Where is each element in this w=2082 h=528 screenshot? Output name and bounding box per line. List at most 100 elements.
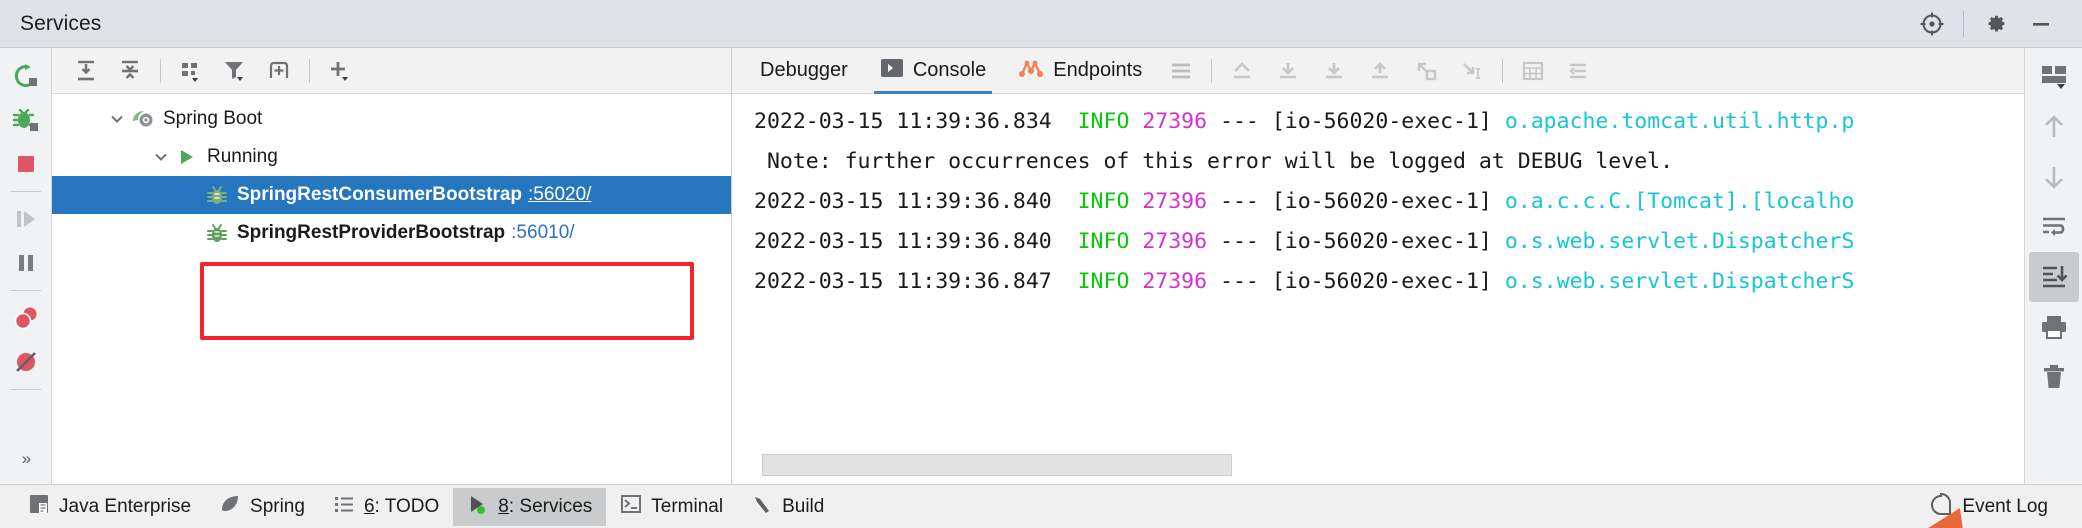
log-plain: Note: further occurrences of this error … [754, 149, 1674, 174]
orange-cursor-artifact [1902, 508, 1964, 528]
view-breakpoints-icon[interactable] [4, 296, 48, 340]
add-service-icon[interactable] [318, 51, 362, 91]
log-logger: o.apache.tomcat.util.http.p [1504, 109, 1855, 134]
log-pid: 27396 [1142, 269, 1208, 294]
mute-breakpoints-icon[interactable] [4, 340, 48, 384]
settings-lines-icon[interactable] [1556, 51, 1602, 91]
tree-node-spring-boot[interactable]: Spring Boot [52, 100, 731, 138]
log-line: 2022-03-15 11:39:36.840 INFO 27396 --- [… [754, 182, 2024, 222]
step-into-icon[interactable] [1311, 51, 1357, 91]
force-step-into-icon[interactable] [1357, 51, 1403, 91]
chevron-down-icon[interactable] [148, 138, 174, 176]
console-toolbar [2024, 48, 2082, 484]
log-timestamp: 2022-03-15 11:39:36.834 [754, 109, 1052, 134]
log-logger: o.a.c.c.C.[Tomcat].[localho [1504, 189, 1855, 214]
step-out-icon[interactable] [1219, 51, 1265, 91]
tree-node-springrestproviderbootstrap[interactable]: SpringRestProviderBootstrap :56010/ [52, 214, 731, 252]
chevron-down-icon[interactable] [104, 100, 130, 138]
tree-node-label: Running [207, 146, 278, 167]
spring-boot-icon [130, 108, 156, 130]
log-sep: --- [1220, 269, 1259, 294]
services-tree[interactable]: Spring Boot Running SpringRestConsumerBo… [52, 94, 731, 484]
log-pid: 27396 [1142, 229, 1208, 254]
tree-node-label: SpringRestProviderBootstrap [237, 222, 506, 243]
drop-frame-icon[interactable] [1449, 51, 1495, 91]
minimize-icon[interactable] [2018, 1, 2064, 47]
title-bar-actions [1909, 1, 2082, 47]
services-icon [467, 493, 489, 521]
sidebar-item-terminal[interactable]: Terminal [606, 488, 737, 526]
sidebar-item-todo[interactable]: 6: TODO [319, 488, 453, 526]
more-options-icon[interactable]: » [4, 442, 48, 476]
divider [1963, 10, 1964, 37]
tree-node-springrestconsumerbootstrap[interactable]: SpringRestConsumerBootstrap :56020/ [52, 176, 731, 214]
expand-all-icon[interactable] [64, 51, 108, 91]
services-tool-window: Services » Spring Boot Running SpringRes… [0, 0, 2082, 528]
arrow-down-icon[interactable] [2029, 152, 2079, 202]
sidebar-item-label: Spring [250, 495, 305, 517]
locate-icon[interactable] [1909, 1, 1955, 47]
spring-leaf-icon [219, 493, 241, 521]
run-green-arrow-icon [174, 146, 200, 168]
rerun-icon[interactable] [4, 54, 48, 98]
menu-icon[interactable] [1158, 51, 1204, 91]
sidebar-item-services[interactable]: 8: Services [453, 487, 607, 526]
evaluate-expression-icon[interactable] [1510, 51, 1556, 91]
pause-icon[interactable] [4, 241, 48, 285]
log-thread: [io-56020-exec-1] [1271, 109, 1492, 134]
arrow-up-icon[interactable] [2029, 102, 2079, 152]
log-sep: --- [1220, 189, 1259, 214]
scrollbar-thumb[interactable] [762, 454, 1232, 476]
debug-icon[interactable] [4, 98, 48, 142]
log-text: 2022-03-15 11:39:36.834 INFO 27396 --- [… [732, 94, 2024, 302]
sidebar-item-spring[interactable]: Spring [205, 488, 319, 526]
title-bar: Services [0, 0, 2082, 48]
soft-wrap-icon[interactable] [2029, 202, 2079, 252]
tree-node-running[interactable]: Running [52, 138, 731, 176]
step-over-icon[interactable] [1265, 51, 1311, 91]
scroll-to-end-icon[interactable] [2028, 252, 2079, 302]
run-to-cursor-icon[interactable] [1403, 51, 1449, 91]
console-output[interactable]: 2022-03-15 11:39:36.834 INFO 27396 --- [… [732, 94, 2024, 484]
event-log-label: Event Log [1962, 495, 2048, 517]
tree-node-label: Spring Boot [163, 108, 263, 129]
tab-debugger[interactable]: Debugger [744, 48, 864, 94]
tab-label: Debugger [760, 59, 848, 81]
tree-node-port[interactable]: :56010/ [511, 222, 574, 244]
log-line: 2022-03-15 11:39:36.847 INFO 27396 --- [… [754, 262, 2024, 302]
sidebar-item-build[interactable]: Build [737, 488, 838, 526]
tab-console[interactable]: Console [864, 48, 1002, 94]
stop-icon[interactable] [4, 142, 48, 186]
log-level: INFO [1077, 229, 1130, 254]
tree-node-label: SpringRestConsumerBootstrap [237, 184, 523, 205]
sidebar-item-java-enterprise[interactable]: Java Enterprise [14, 488, 205, 526]
sidebar-item-label: : Services [508, 495, 593, 517]
divider [1211, 58, 1213, 83]
build-hammer-icon [751, 493, 773, 521]
todo-list-icon [333, 493, 355, 521]
horizontal-scrollbar[interactable] [762, 454, 1947, 476]
group-by-icon[interactable] [169, 51, 213, 91]
log-timestamp: 2022-03-15 11:39:36.840 [754, 189, 1052, 214]
layout-settings-icon[interactable] [2029, 52, 2079, 102]
endpoints-icon [1018, 57, 1044, 85]
log-timestamp: 2022-03-15 11:39:36.847 [754, 269, 1052, 294]
log-level: INFO [1077, 269, 1130, 294]
terminal-icon [620, 493, 642, 521]
resume-icon[interactable] [4, 197, 48, 241]
gear-icon[interactable] [1972, 1, 2018, 47]
log-thread: [io-56020-exec-1] [1271, 229, 1492, 254]
log-pid: 27396 [1142, 189, 1208, 214]
sidebar-item-label: : TODO [374, 495, 440, 517]
collapse-all-icon[interactable] [108, 51, 152, 91]
tab-label: Endpoints [1053, 59, 1143, 81]
tab-endpoints[interactable]: Endpoints [1002, 48, 1158, 94]
trash-icon[interactable] [2029, 352, 2079, 402]
print-icon[interactable] [2029, 302, 2079, 352]
filter-icon[interactable] [213, 51, 257, 91]
divider [10, 389, 41, 390]
spring-bug-icon [204, 184, 230, 206]
log-sep: --- [1220, 229, 1259, 254]
tree-node-port[interactable]: :56020/ [528, 184, 591, 206]
add-tab-icon[interactable] [257, 51, 301, 91]
